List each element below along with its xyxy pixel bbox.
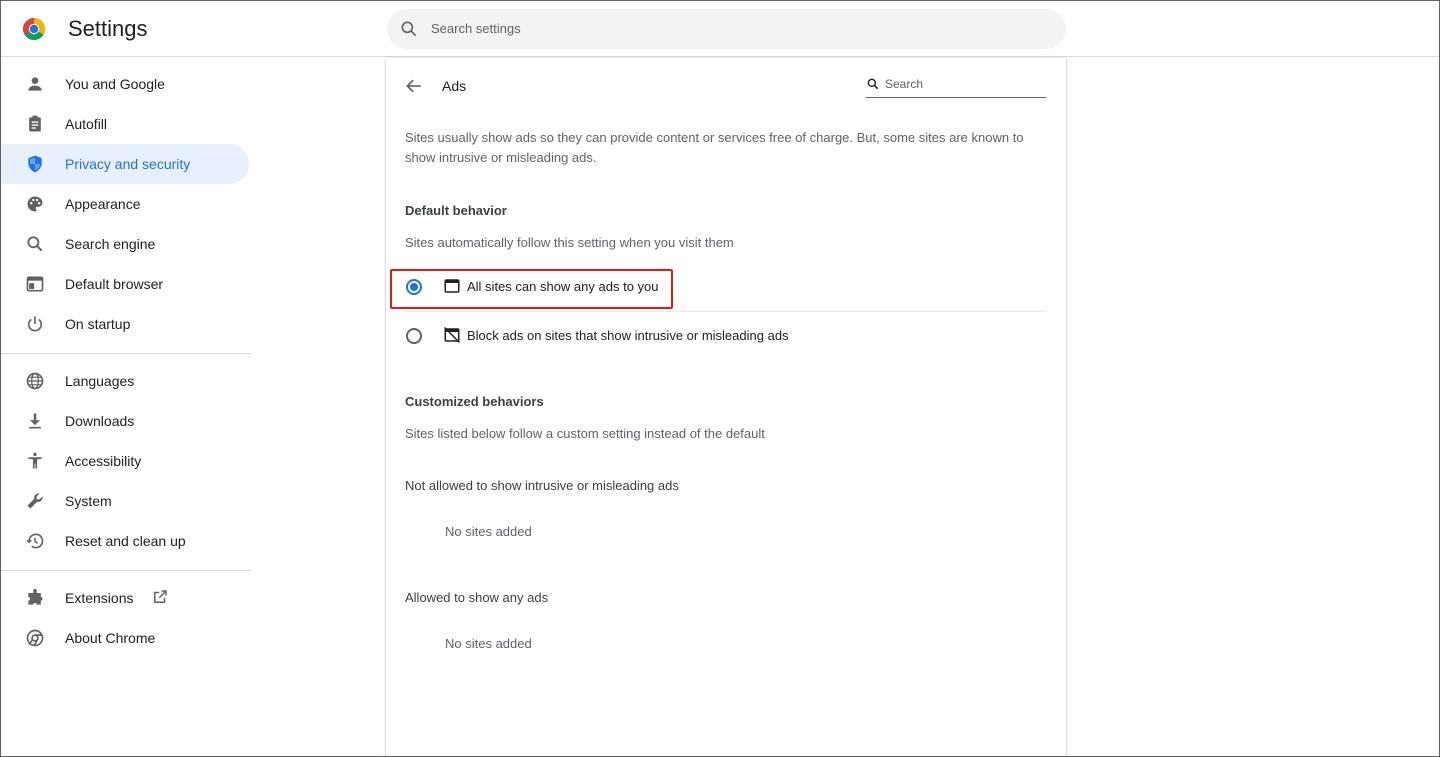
back-arrow-icon[interactable] <box>404 76 424 96</box>
sidebar-divider <box>1 570 251 571</box>
chrome-logo-icon <box>23 18 45 40</box>
sidebar-item-label: Languages <box>65 373 135 389</box>
sidebar-item-search-engine[interactable]: Search engine <box>1 224 249 264</box>
default-behavior-heading: Default behavior <box>405 203 507 218</box>
sidebar-item-label: Search engine <box>65 236 156 252</box>
customized-behaviors-subtitle: Sites listed below follow a custom setti… <box>405 426 765 441</box>
globe-icon <box>26 372 44 390</box>
sidebar-item-label: System <box>65 493 112 509</box>
sidebar-item-label: Accessibility <box>65 453 142 469</box>
app-title: Settings <box>68 16 148 41</box>
radio-button-unchecked[interactable] <box>406 328 422 344</box>
sidebar-item-downloads[interactable]: Downloads <box>1 401 249 441</box>
sidebar-item-extensions[interactable]: Extensions <box>1 578 249 618</box>
sidebar-item-on-startup[interactable]: On startup <box>1 304 249 344</box>
wrench-icon <box>27 493 43 509</box>
radio-option-label: Block ads on sites that show intrusive o… <box>467 328 789 343</box>
sidebar-item-label: About Chrome <box>65 630 156 646</box>
clipboard-icon <box>29 115 41 132</box>
sidebar-item-languages[interactable]: Languages <box>1 361 249 401</box>
sidebar-item-privacy-and-security[interactable]: Privacy and security <box>1 144 249 184</box>
search-icon <box>401 21 417 37</box>
search-placeholder: Search settings <box>431 21 521 36</box>
annotation-highlight-box <box>390 269 673 309</box>
power-icon <box>27 316 43 332</box>
sidebar-item-label: Extensions <box>65 590 134 606</box>
not-allowed-heading: Not allowed to show intrusive or mislead… <box>405 478 679 493</box>
sidebar-item-label: Privacy and security <box>65 156 191 172</box>
ads-settings-card: Ads Search Sites usually show ads so the… <box>386 58 1066 756</box>
ads-blocked-icon <box>443 326 461 344</box>
sidebar-item-reset-and-clean-up[interactable]: Reset and clean up <box>1 521 249 561</box>
sidebar-item-accessibility[interactable]: Accessibility <box>1 441 249 481</box>
ads-search-input[interactable]: Search <box>866 74 1046 98</box>
sidebar-item-system[interactable]: System <box>1 481 249 521</box>
sidebar-item-appearance[interactable]: Appearance <box>1 184 249 224</box>
accessibility-icon <box>28 452 42 469</box>
top-bar: Settings Search settings <box>1 1 1439 57</box>
sidebar-item-label: Downloads <box>65 413 135 429</box>
sidebar-item-about-chrome[interactable]: About Chrome <box>1 618 249 658</box>
sidebar-item-label: You and Google <box>65 76 165 92</box>
sidebar-item-label: Reset and clean up <box>65 533 186 549</box>
ads-description: Sites usually show ads so they can provi… <box>405 130 1024 165</box>
restore-icon <box>26 533 44 549</box>
sidebar-divider <box>1 353 251 354</box>
sidebar-item-label: On startup <box>65 316 131 332</box>
default-behavior-subtitle: Sites automatically follow this setting … <box>405 235 734 250</box>
customized-behaviors-heading: Customized behaviors <box>405 394 544 409</box>
sidebar: You and Google Autofill Privacy and secu… <box>1 58 257 756</box>
sidebar-item-label: Appearance <box>65 196 141 212</box>
browser-window-icon <box>26 276 44 292</box>
allowed-empty-text: No sites added <box>445 636 532 651</box>
open-in-new-icon <box>154 590 167 603</box>
radio-option-block-ads[interactable]: Block ads on sites that show intrusive o… <box>386 312 1046 360</box>
search-icon <box>867 78 879 90</box>
search-icon <box>27 236 43 252</box>
sidebar-item-label: Autofill <box>65 116 108 132</box>
search-placeholder: Search <box>885 77 924 91</box>
sidebar-item-you-and-google[interactable]: You and Google <box>1 64 249 104</box>
chrome-icon <box>26 629 44 647</box>
not-allowed-empty-text: No sites added <box>445 524 532 539</box>
settings-search-input[interactable]: Search settings <box>387 9 1066 49</box>
download-icon <box>29 413 41 429</box>
settings-window: Settings Search settings You and Google … <box>0 0 1440 757</box>
puzzle-icon <box>28 588 43 605</box>
palette-icon <box>27 196 43 212</box>
sidebar-item-autofill[interactable]: Autofill <box>1 104 249 144</box>
sidebar-item-label: Default browser <box>65 276 164 292</box>
sidebar-item-default-browser[interactable]: Default browser <box>1 264 249 304</box>
person-icon <box>28 77 42 91</box>
page-title: Ads <box>442 78 467 94</box>
shield-icon <box>28 155 42 173</box>
allowed-heading: Allowed to show any ads <box>405 590 549 605</box>
